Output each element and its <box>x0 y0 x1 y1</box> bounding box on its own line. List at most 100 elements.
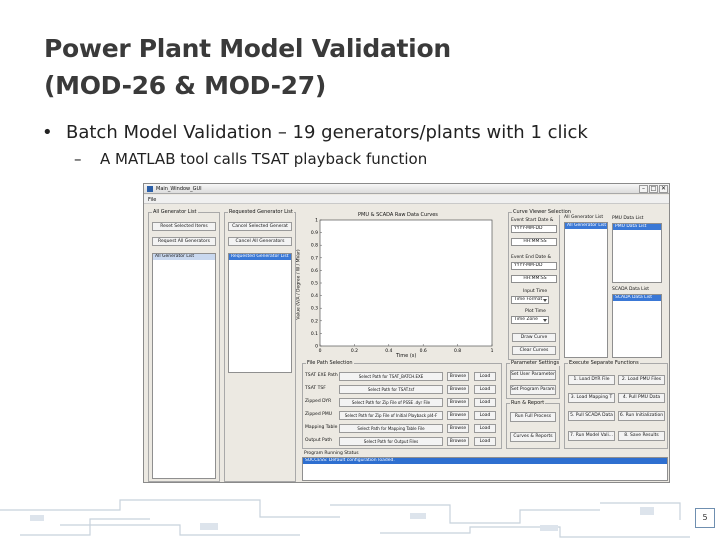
select-path-button[interactable]: Select Path for Zip File of PSSE .dyr Fi… <box>339 398 443 407</box>
list-item[interactable]: PMU Data List <box>613 224 661 230</box>
browse-button[interactable]: Browse <box>447 385 469 394</box>
run-initialization-button[interactable]: 6. Run Initialization <box>618 411 665 421</box>
curve-viewer-group-label: Curve Viewer Selection <box>512 209 572 215</box>
request-all-generators-button[interactable]: Request All Generators <box>152 237 216 246</box>
set-user-parameters-button[interactable]: Set User Parameters <box>510 370 556 380</box>
y-tick-label: 0.9 <box>311 230 318 236</box>
menu-bar: File <box>144 195 669 204</box>
select-path-button[interactable]: Select Path for TSAT_BATCH.EXE <box>339 372 443 381</box>
event-end-date-field[interactable]: YYYY-MM-DD <box>511 262 557 270</box>
pull-pmu-data-button[interactable]: 4. Pull PMU Data <box>618 393 665 403</box>
load-pmu-files-button[interactable]: 2. Load PMU Files <box>618 375 665 385</box>
event-end-label: Event End Date & <box>511 255 551 260</box>
load-dyr-file-button[interactable]: 1. Load DYR File <box>568 375 615 385</box>
curve-generator-panel: All Generator List All Generator List <box>564 212 610 360</box>
draw-curve-button[interactable]: Draw Curve <box>512 333 556 342</box>
browse-button[interactable]: Browse <box>447 411 469 420</box>
file-path-group: File Path Selection TSAT EXE Path Select … <box>302 360 502 449</box>
status-box: SUCCESS: Default configuration loaded. <box>302 457 668 481</box>
clear-curves-button[interactable]: Clear Curves <box>512 346 556 355</box>
maximize-button[interactable]: □ <box>649 185 658 193</box>
x-tick-label: 0 <box>319 348 322 354</box>
plot-time-label: Plot Time <box>525 309 546 314</box>
x-tick-label: 0.6 <box>420 348 427 354</box>
curve-viewer-group: Curve Viewer Selection Event Start Date … <box>508 209 572 360</box>
status-text: SUCCESS: Default configuration loaded. <box>303 458 667 464</box>
set-program-parameters-button[interactable]: Set Program Param... <box>510 385 556 395</box>
scada-data-label: SCADA Data List <box>612 287 650 292</box>
input-time-select[interactable]: Time Format <box>511 296 549 304</box>
curves-reports-button[interactable]: Curves & Reports <box>510 432 556 442</box>
list-item[interactable]: All Generator List <box>565 223 607 229</box>
select-path-button[interactable]: Select Path for Mapping Table File <box>339 424 443 433</box>
requested-generator-group-label: Requested Generator List <box>228 209 294 215</box>
y-tick-label: 0.8 <box>311 243 318 249</box>
bullet-sub-text: A MATLAB tool calls TSAT playback functi… <box>100 150 428 168</box>
footer-circuit-decoration <box>0 499 690 538</box>
plot-canvas: 10.90.80.70.60.50.40.30.20.10 0 0.2 0.4 0.6… <box>311 218 494 355</box>
y-tick-label: 0.6 <box>311 268 318 274</box>
bullet-main: • Batch Model Validation – 19 generators/… <box>42 122 588 143</box>
select-path-button[interactable]: Select Path for TSAT.tsf <box>339 385 443 394</box>
matlab-gui-window: Main_Window_GUI – □ ✕ File All Generator… <box>143 183 670 483</box>
file-path-row-label: Zipped DYR <box>305 399 332 404</box>
y-tick-label: 0.4 <box>311 293 318 299</box>
load-button[interactable]: Load <box>474 398 496 407</box>
curve-generator-listbox[interactable]: All Generator List <box>564 222 608 358</box>
event-start-time-field[interactable]: HH:MM:SS <box>511 238 557 246</box>
plot-ylabel: Value (V/A / Degree / W / MVar) <box>296 249 302 320</box>
plot-panel: PMU & SCADA Raw Data Curves 1 0.9 0.8 0.7 0.… <box>297 212 502 360</box>
scada-data-listbox[interactable]: SCADA Data List <box>612 294 662 358</box>
select-path-button[interactable]: Select Path for Zip File of Initial Play… <box>339 411 443 420</box>
select-path-button[interactable]: Select Path for Output Files <box>339 437 443 446</box>
bullet-main-text: Batch Model Validation – 19 generators/p… <box>66 122 588 143</box>
y-tick-label: 0.7 <box>311 255 318 261</box>
browse-button[interactable]: Browse <box>447 437 469 446</box>
run-full-process-button[interactable]: Run Full Process <box>510 412 556 422</box>
plot-time-select[interactable]: Time Zone <box>511 316 549 324</box>
load-mapping-table-button[interactable]: 3. Load Mapping T <box>568 393 615 403</box>
browse-button[interactable]: Browse <box>447 372 469 381</box>
y-tick-label: 1 <box>315 218 318 224</box>
x-tick-label: 0.4 <box>385 348 392 354</box>
browse-button[interactable]: Browse <box>447 398 469 407</box>
input-time-label: Input Time <box>523 289 548 294</box>
plot-xlabel: Time (s) <box>396 353 417 359</box>
data-lists-panel: PMU Data List PMU Data List SCADA Data L… <box>612 212 668 360</box>
event-start-label: Event Start Date & <box>511 218 554 223</box>
load-button[interactable]: Load <box>474 424 496 433</box>
cancel-all-generators-button[interactable]: Cancel All Generators <box>228 237 292 246</box>
save-results-button[interactable]: 8. Save Results <box>618 431 665 441</box>
load-button[interactable]: Load <box>474 385 496 394</box>
y-tick-label: 0.1 <box>311 331 318 337</box>
window-titlebar: Main_Window_GUI – □ ✕ <box>144 184 669 194</box>
requested-generator-listbox[interactable]: Requested Generator List <box>228 253 292 373</box>
browse-button[interactable]: Browse <box>447 424 469 433</box>
parameter-settings-group: Parameter Settings Set User Parameters S… <box>506 360 561 399</box>
run-report-group: Run & Report Run Full Process Curves & R… <box>506 400 560 449</box>
cancel-selected-button[interactable]: Cancel Selected Generat <box>228 222 292 231</box>
load-button[interactable]: Load <box>474 437 496 446</box>
pmu-data-listbox[interactable]: PMU Data List <box>612 223 662 283</box>
load-button[interactable]: Load <box>474 411 496 420</box>
list-item[interactable]: Requested Generator List <box>229 254 291 260</box>
execute-functions-group: Execute Separate Functions 1. Load DYR F… <box>564 360 668 449</box>
menu-file[interactable]: File <box>148 197 156 203</box>
run-report-label: Run & Report <box>510 400 546 406</box>
pull-scada-data-button[interactable]: 5. Pull SCADA Data <box>568 411 615 421</box>
minimize-button[interactable]: – <box>639 185 648 193</box>
list-item[interactable]: SCADA Data List <box>613 295 661 301</box>
load-button[interactable]: Load <box>474 372 496 381</box>
list-item[interactable]: All Generator List <box>153 254 215 260</box>
reset-selected-button[interactable]: Reset Selected Items <box>152 222 216 231</box>
execute-functions-label: Execute Separate Functions <box>568 360 640 366</box>
page-number: 5 <box>695 508 715 528</box>
event-end-time-field[interactable]: HH:MM:SS <box>511 275 557 283</box>
run-model-validation-button[interactable]: 7. Run Model Vali... <box>568 431 615 441</box>
window-title: Main_Window_GUI <box>156 186 202 192</box>
y-tick-label: 0.2 <box>311 318 318 324</box>
close-button[interactable]: ✕ <box>659 185 668 193</box>
all-generator-listbox[interactable]: All Generator List <box>152 253 216 479</box>
pmu-data-label: PMU Data List <box>612 216 644 221</box>
event-start-date-field[interactable]: YYYY-MM-DD <box>511 225 557 233</box>
